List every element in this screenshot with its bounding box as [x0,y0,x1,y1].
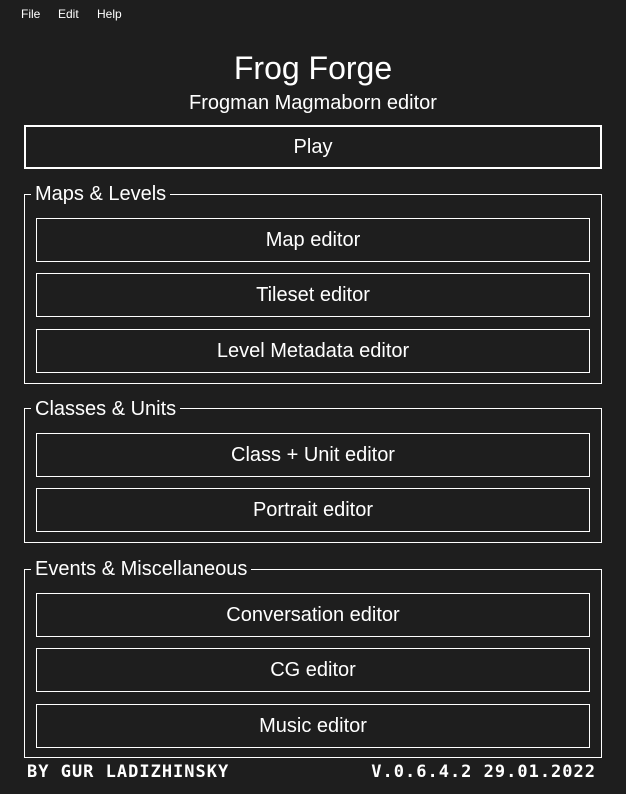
maps-levels-title: Maps & Levels [31,182,171,206]
portrait-editor-button[interactable]: Portrait editor [36,488,590,532]
menu-bar: File Edit Help [0,0,626,28]
class-unit-editor-button[interactable]: Class + Unit editor [36,433,590,477]
app-title: Frog Forge [233,50,393,86]
version-label: V.0.6.4.2 29.01.2022 [371,762,596,782]
author-credit: BY GUR LADIZHINSKY [27,762,230,782]
app-subtitle: Frogman Magmaborn editor [189,92,437,114]
tileset-editor-button[interactable]: Tileset editor [36,273,590,317]
map-editor-button[interactable]: Map editor [36,218,590,262]
music-editor-button[interactable]: Music editor [36,704,590,748]
play-button[interactable]: Play [24,125,602,169]
cg-editor-button[interactable]: CG editor [36,648,590,692]
conversation-editor-button[interactable]: Conversation editor [36,593,590,637]
level-metadata-editor-button[interactable]: Level Metadata editor [36,329,590,373]
classes-units-title: Classes & Units [31,397,181,421]
menu-help[interactable]: Help [97,7,122,21]
menu-file[interactable]: File [21,7,40,21]
menu-edit[interactable]: Edit [58,7,79,21]
events-misc-title: Events & Miscellaneous [31,557,252,581]
